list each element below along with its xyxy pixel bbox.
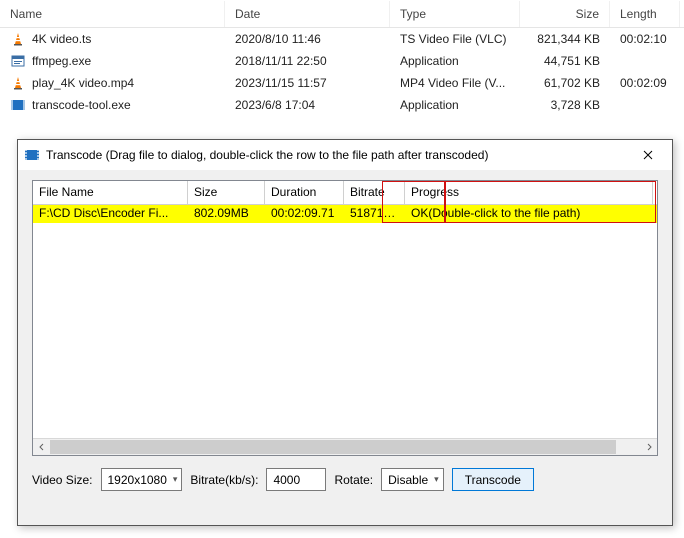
video-size-label: Video Size: bbox=[32, 473, 93, 487]
close-icon bbox=[643, 150, 653, 160]
chevron-down-icon: ▾ bbox=[434, 474, 439, 485]
file-row[interactable]: ffmpeg.exe 2018/11/11 22:50Application44,… bbox=[0, 50, 684, 72]
title-bar[interactable]: Transcode (Drag file to dialog, double-c… bbox=[18, 140, 672, 170]
cell-size: 802.09MB bbox=[188, 205, 265, 223]
film-icon bbox=[24, 147, 40, 163]
exe-icon bbox=[10, 53, 26, 69]
cell-duration: 00:02:09.71 bbox=[265, 205, 344, 223]
file-row[interactable]: play_4K video.mp4 2023/11/15 11:57MP4 Vid… bbox=[0, 72, 684, 94]
file-date: 2018/11/11 22:50 bbox=[225, 52, 390, 70]
scroll-left-icon[interactable] bbox=[33, 439, 50, 456]
transcode-grid[interactable]: File Name Size Duration Bitrate Progress… bbox=[32, 180, 658, 456]
file-name: play_4K video.mp4 bbox=[32, 76, 134, 90]
cell-bitrate: 51871 k... bbox=[344, 205, 405, 223]
file-size: 61,702 KB bbox=[520, 74, 610, 92]
file-length bbox=[610, 103, 680, 107]
video-size-select[interactable]: 1920x1080 ▾ bbox=[101, 468, 183, 491]
chevron-down-icon: ▾ bbox=[173, 474, 178, 485]
file-date: 2023/11/15 11:57 bbox=[225, 74, 390, 92]
grid-row[interactable]: F:\CD Disc\Encoder Fi... 802.09MB 00:02:… bbox=[33, 205, 657, 223]
grid-col-filename[interactable]: File Name bbox=[33, 181, 188, 204]
file-date: 2023/6/8 17:04 bbox=[225, 96, 390, 114]
file-size: 44,751 KB bbox=[520, 52, 610, 70]
file-row[interactable]: 4K video.ts 2020/8/10 11:46TS Video File … bbox=[0, 28, 684, 50]
rotate-value: Disable bbox=[388, 473, 428, 487]
grid-col-bitrate[interactable]: Bitrate bbox=[344, 181, 405, 204]
file-type: Application bbox=[390, 52, 520, 70]
col-header-date[interactable]: Date bbox=[225, 1, 390, 27]
bitrate-label: Bitrate(kb/s): bbox=[190, 473, 258, 487]
rotate-label: Rotate: bbox=[334, 473, 373, 487]
file-list-header: Name Date Type Size Length bbox=[0, 0, 684, 28]
file-length bbox=[610, 59, 680, 63]
grid-col-progress[interactable]: Progress bbox=[405, 181, 653, 204]
col-header-length[interactable]: Length bbox=[610, 1, 680, 27]
bitrate-input[interactable] bbox=[266, 468, 326, 491]
controls-bar: Video Size: 1920x1080 ▾ Bitrate(kb/s): R… bbox=[32, 468, 658, 491]
vlc-cone-icon bbox=[10, 75, 26, 91]
dialog-title: Transcode (Drag file to dialog, double-c… bbox=[46, 148, 628, 162]
cell-progress: OK(Double-click to the file path) bbox=[405, 205, 653, 223]
scroll-right-icon[interactable] bbox=[640, 439, 657, 456]
grid-header: File Name Size Duration Bitrate Progress bbox=[33, 181, 657, 205]
grid-col-duration[interactable]: Duration bbox=[265, 181, 344, 204]
file-name: ffmpeg.exe bbox=[32, 54, 91, 68]
cell-filename: F:\CD Disc\Encoder Fi... bbox=[33, 205, 188, 223]
file-name: transcode-tool.exe bbox=[32, 98, 131, 112]
transcode-dialog: Transcode (Drag file to dialog, double-c… bbox=[17, 139, 673, 526]
file-type: Application bbox=[390, 96, 520, 114]
file-size: 3,728 KB bbox=[520, 96, 610, 114]
file-length: 00:02:09 bbox=[610, 74, 680, 92]
file-list: Name Date Type Size Length 4K video.ts 20… bbox=[0, 0, 684, 116]
horizontal-scrollbar[interactable] bbox=[33, 438, 657, 455]
rotate-select[interactable]: Disable ▾ bbox=[381, 468, 444, 491]
file-type: MP4 Video File (V... bbox=[390, 74, 520, 92]
file-type: TS Video File (VLC) bbox=[390, 30, 520, 48]
grid-col-size[interactable]: Size bbox=[188, 181, 265, 204]
file-date: 2020/8/10 11:46 bbox=[225, 30, 390, 48]
close-button[interactable] bbox=[628, 141, 668, 169]
file-size: 821,344 KB bbox=[520, 30, 610, 48]
file-length: 00:02:10 bbox=[610, 30, 680, 48]
col-header-size[interactable]: Size bbox=[520, 1, 610, 27]
file-name: 4K video.ts bbox=[32, 32, 91, 46]
file-row[interactable]: transcode-tool.exe 2023/6/8 17:04Applicat… bbox=[0, 94, 684, 116]
vlc-cone-icon bbox=[10, 31, 26, 47]
film-icon bbox=[10, 97, 26, 113]
col-header-name[interactable]: Name bbox=[0, 1, 225, 27]
scroll-thumb[interactable] bbox=[50, 440, 616, 454]
video-size-value: 1920x1080 bbox=[108, 473, 167, 487]
col-header-type[interactable]: Type bbox=[390, 1, 520, 27]
transcode-button[interactable]: Transcode bbox=[452, 468, 534, 491]
